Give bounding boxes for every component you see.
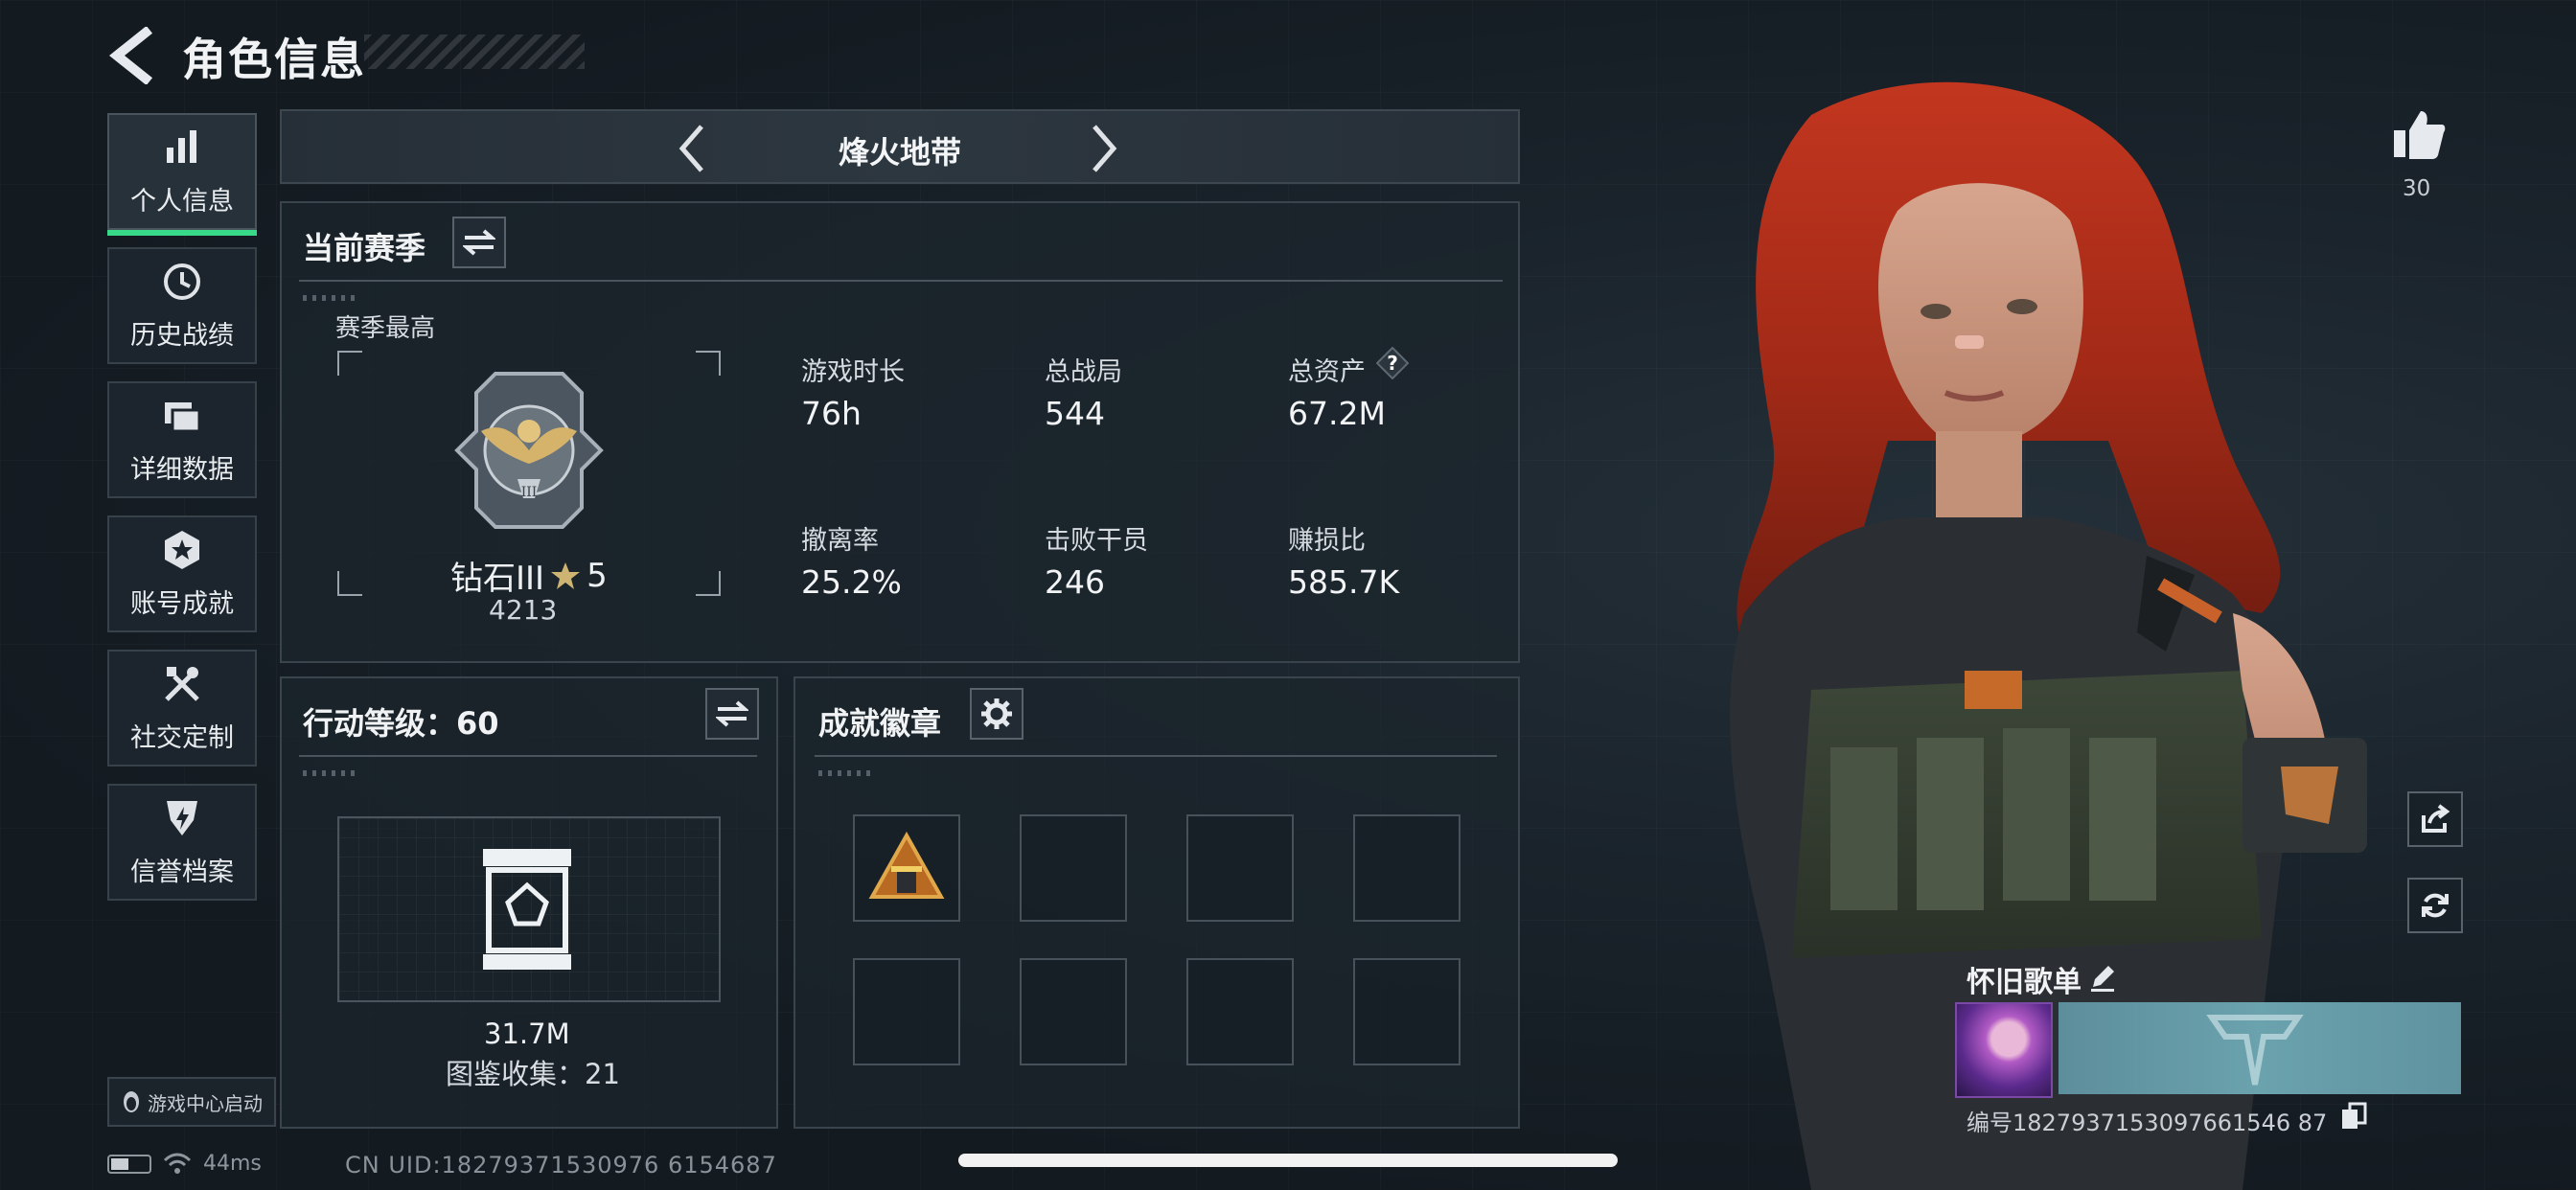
- badge-slot[interactable]: [1186, 814, 1294, 922]
- sidebar-item-history[interactable]: 历史战绩: [107, 247, 257, 364]
- credit-shield-icon: [167, 800, 197, 835]
- collection-value: 31.7M: [484, 1018, 570, 1050]
- tools-icon: [165, 666, 199, 701]
- badge-slot[interactable]: [853, 958, 960, 1065]
- badge-slot[interactable]: [1353, 814, 1460, 922]
- stat-label-total-matches: 总战局: [1045, 357, 1122, 387]
- achievement-badges-panel: 成就徽章: [794, 676, 1520, 1129]
- profile-banner[interactable]: [2058, 1002, 2461, 1094]
- cn-uid: CN UID:18279371530976 6154687: [345, 1152, 777, 1179]
- help-icon[interactable]: ?: [1376, 347, 1409, 379]
- gear-icon: [981, 698, 1012, 729]
- stat-value-playtime: 76h: [801, 395, 862, 432]
- stat-value-profit-ratio: 585.7K: [1288, 563, 1400, 601]
- divider: [815, 755, 1497, 757]
- divider: [299, 755, 757, 757]
- battery-icon: [107, 1154, 151, 1174]
- action-level-title: 行动等级：60: [303, 705, 499, 742]
- collection-count: 图鉴收集：21: [446, 1058, 620, 1090]
- badge-slot[interactable]: [1186, 958, 1294, 1065]
- share-icon: [2422, 804, 2450, 833]
- wifi-icon: [163, 1153, 192, 1174]
- badge-slot[interactable]: [853, 814, 960, 922]
- season-title: 当前赛季: [303, 230, 426, 266]
- season-best-label: 赛季最高: [335, 314, 436, 343]
- share-button[interactable]: [2407, 791, 2463, 847]
- title-decoration: [364, 34, 585, 69]
- game-center-launch-button[interactable]: 游戏中心启动: [107, 1077, 276, 1127]
- game-mode-switcher: 烽火地带: [280, 109, 1520, 184]
- ping-value: 44ms: [203, 1152, 262, 1176]
- avatar[interactable]: [1955, 1002, 2053, 1098]
- sidebar-item-achievements[interactable]: 账号成就: [107, 515, 257, 632]
- sidebar-item-label: 历史战绩: [130, 320, 234, 351]
- game-mode-title: 烽火地带: [838, 134, 961, 171]
- pyramid-badge-icon: [868, 831, 945, 899]
- rank-name: 钻石III: [450, 560, 545, 598]
- playlist-name: 怀旧歌单: [1966, 958, 2082, 1000]
- divider-dots: [818, 770, 876, 776]
- season-swap-button[interactable]: [452, 217, 506, 268]
- achievements-title: 成就徽章: [818, 705, 942, 742]
- divider-dots: [303, 770, 360, 776]
- divider: [299, 280, 1503, 282]
- stat-value-total-matches: 544: [1045, 395, 1105, 432]
- sidebar-item-label: 个人信息: [130, 186, 234, 217]
- home-indicator[interactable]: [958, 1154, 1618, 1167]
- playlist-name-text: 怀旧歌单: [1966, 966, 2082, 999]
- level-swap-button[interactable]: [705, 688, 759, 740]
- sidebar-item-label: 详细数据: [130, 454, 234, 485]
- rank-stars: 5: [586, 556, 608, 595]
- swap-icon: [716, 700, 748, 727]
- swap-icon: [463, 229, 495, 256]
- collection-display[interactable]: [337, 816, 721, 1002]
- sidebar-item-label: 信誉档案: [130, 857, 234, 887]
- page-title: 角色信息: [182, 34, 366, 85]
- stat-label-operators-defeated: 击败干员: [1045, 526, 1148, 556]
- bar-chart-icon: [167, 129, 196, 163]
- rank-star-icon: [551, 561, 581, 589]
- refresh-icon: [2422, 893, 2449, 918]
- player-id: 编号1827937153097661546 87: [1966, 1104, 2327, 1137]
- history-clock-icon: [164, 263, 200, 300]
- edit-pencil-icon[interactable]: [2087, 962, 2118, 993]
- stat-value-operators-defeated: 246: [1045, 563, 1105, 601]
- sidebar-item-label: 社交定制: [130, 722, 234, 753]
- badge-slot[interactable]: [1353, 958, 1460, 1065]
- stat-label-playtime: 游戏时长: [801, 357, 905, 387]
- badge-slot[interactable]: [1020, 814, 1127, 922]
- badge-settings-button[interactable]: [970, 688, 1024, 740]
- player-id-text: 编号1827937153097661546 87: [1966, 1110, 2328, 1136]
- emblem-logo-icon: [2206, 1015, 2304, 1086]
- sidebar-item-label: 账号成就: [130, 588, 234, 619]
- cards-icon: [165, 401, 201, 432]
- achievement-star-icon: [165, 530, 199, 569]
- stat-label-total-assets: 总资产: [1288, 357, 1366, 387]
- stat-value-total-assets: 67.2M: [1288, 395, 1386, 432]
- penguin-icon: [124, 1091, 139, 1112]
- sidebar-item-personal-info[interactable]: 个人信息: [107, 113, 257, 236]
- sidebar-item-detailed-data[interactable]: 详细数据: [107, 381, 257, 498]
- rotate-button[interactable]: [2407, 878, 2463, 933]
- stat-value-extract-rate: 25.2%: [801, 563, 902, 601]
- next-mode-arrow-icon[interactable]: [1085, 123, 1123, 174]
- rank-display: 钻石III 5: [450, 552, 608, 599]
- diamond-rank-emblem-icon: III: [454, 372, 604, 529]
- thumbs-up-icon[interactable]: [2390, 105, 2448, 163]
- like-count: 30: [2403, 176, 2431, 201]
- rank-score: 4213: [489, 594, 558, 626]
- stat-label-profit-ratio: 赚损比: [1288, 526, 1366, 556]
- divider-dots: [303, 295, 360, 301]
- stat-label-extract-rate: 撤离率: [801, 526, 879, 556]
- back-arrow-icon[interactable]: [104, 27, 159, 84]
- help-glyph: ?: [1387, 352, 1398, 375]
- sidebar-item-social[interactable]: 社交定制: [107, 650, 257, 767]
- badge-slot[interactable]: [1020, 958, 1127, 1065]
- launch-label: 游戏中心启动: [148, 1091, 263, 1115]
- sidebar-item-credit[interactable]: 信誉档案: [107, 784, 257, 901]
- copy-icon[interactable]: [2340, 1102, 2367, 1131]
- collection-vault-icon: [483, 849, 571, 970]
- device-status: 44ms: [107, 1152, 262, 1176]
- svg-text:III: III: [521, 485, 538, 500]
